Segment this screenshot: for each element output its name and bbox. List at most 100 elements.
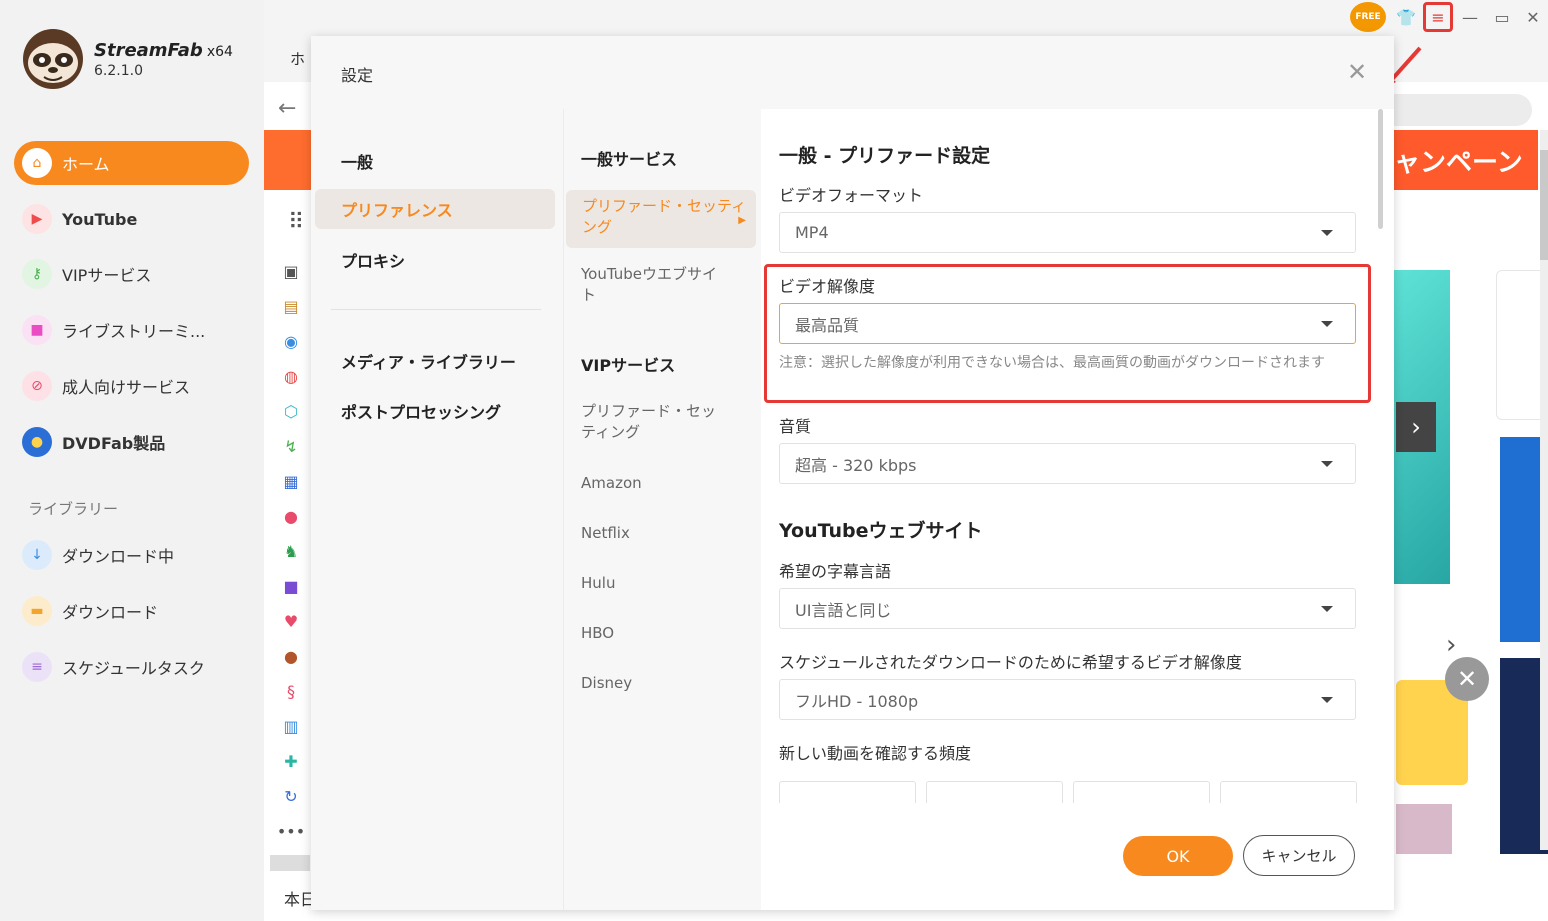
shop-icon[interactable]: ◍ xyxy=(276,367,306,402)
sidebar-item-label: スケジュールタスク xyxy=(62,659,205,678)
sidebar-item-label: ホーム xyxy=(62,155,110,174)
library-title: ライブラリー xyxy=(28,500,119,518)
b-icon[interactable]: ● xyxy=(276,507,306,542)
promo-card[interactable] xyxy=(1396,804,1452,854)
folder-icon: ▬ xyxy=(22,596,52,626)
monitor-icon[interactable]: ▦ xyxy=(276,472,306,507)
dialog-close-icon[interactable]: ✕ xyxy=(1347,58,1367,86)
horse-icon[interactable]: ♞ xyxy=(276,542,306,577)
refresh-icon[interactable]: ↻ xyxy=(276,787,306,822)
vip-services-heading: VIPサービス xyxy=(581,356,676,375)
owl-icon[interactable]: ● xyxy=(276,647,306,682)
plus-icon[interactable]: ✚ xyxy=(276,752,306,787)
cancel-button[interactable]: キャンセル xyxy=(1243,835,1355,876)
basket-icon[interactable]: ▥ xyxy=(276,717,306,752)
sidebar-item-label: YouTube xyxy=(62,209,138,229)
category-proxy[interactable]: プロキシ xyxy=(341,248,405,272)
home-icon: ⌂ xyxy=(22,148,52,178)
sidebar-item-downloading[interactable]: ↓ ダウンロード中 xyxy=(14,533,249,577)
subtitle-language-label: 希望の字幕言語 xyxy=(779,562,892,581)
gamepad-icon[interactable]: ◉ xyxy=(276,332,306,367)
check-frequency-label: 新しい動画を確認する頻度 xyxy=(779,744,972,763)
caret-down-icon xyxy=(1321,230,1333,236)
chart-icon[interactable]: ↯ xyxy=(276,437,306,472)
frequency-option[interactable] xyxy=(1073,781,1210,803)
caret-down-icon xyxy=(1321,606,1333,612)
sidebar-item-vip[interactable]: ⚷ VIPサービス xyxy=(14,252,249,296)
category-preferences[interactable]: プリファレンス xyxy=(315,189,555,229)
section-title-general: 一般 - プリファード設定 xyxy=(779,145,991,167)
chevron-right-icon[interactable]: › xyxy=(1446,630,1456,660)
subcategory-disney[interactable]: Disney xyxy=(581,673,721,694)
book-icon[interactable]: ▤ xyxy=(276,297,306,332)
sidebar-item-adult[interactable]: ⊘ 成人向けサービス xyxy=(14,364,249,408)
sidebar-item-live[interactable]: ■ ライブストリーミ... xyxy=(14,308,249,352)
resolution-note: 注意：選択した解像度が利用できない場合は、最高画質の動画がダウンロードされます xyxy=(779,355,1325,371)
hamburger-icon: ≡ xyxy=(1431,7,1445,27)
search-bar[interactable] xyxy=(1380,94,1532,126)
settings-category-list xyxy=(311,109,563,910)
frequency-option[interactable] xyxy=(926,781,1063,803)
more-icon[interactable]: ••• xyxy=(276,822,306,857)
sidebar-item-home[interactable]: ⌂ ホーム xyxy=(14,141,249,185)
app-version: 6.2.1.0 xyxy=(94,63,143,79)
sidebar-item-youtube[interactable]: ▶ YouTube xyxy=(14,197,249,241)
scheduled-resolution-label: スケジュールされたダウンロードのために希望するビデオ解像度 xyxy=(779,653,1242,672)
video-format-label: ビデオフォーマット xyxy=(779,186,924,205)
shirt-icon[interactable]: 👕 xyxy=(1396,4,1416,30)
hex-icon[interactable]: ⬡ xyxy=(276,402,306,437)
subcategory-hulu[interactable]: Hulu xyxy=(581,573,721,594)
select-value: フルHD - 1080p xyxy=(795,691,919,711)
settings-content: 一般 - プリファード設定 ビデオフォーマット MP4 ビデオ解像度 最高品質 … xyxy=(761,109,1394,910)
subcategory-youtube-site[interactable]: YouTubeウエブサイト xyxy=(581,264,721,306)
close-ad-icon[interactable]: ✕ xyxy=(1445,657,1489,701)
service-icon-column: ▣ ▤ ◉ ◍ ⬡ ↯ ▦ ● ♞ ■ ♥ ● § ▥ ✚ ↻ ••• xyxy=(276,262,306,857)
category-postprocessing[interactable]: ポストプロセッシング xyxy=(341,399,501,423)
sidebar-item-downloaded[interactable]: ▬ ダウンロード xyxy=(14,589,249,633)
youtube-icon: ▶ xyxy=(22,204,52,234)
category-general[interactable]: 一般 xyxy=(341,149,373,173)
menu-button[interactable]: ≡ xyxy=(1423,2,1453,32)
subtitle-language-select[interactable]: UI言語と同じ xyxy=(779,588,1356,629)
subcategory-hbo[interactable]: HBO xyxy=(581,623,721,644)
audio-quality-select[interactable]: 超高 - 320 kbps xyxy=(779,443,1356,484)
sidebar-item-label: 成人向けサービス xyxy=(62,378,191,397)
maximize-button[interactable]: ▭ xyxy=(1492,4,1512,30)
subcategory-netflix[interactable]: Netflix xyxy=(581,523,721,544)
sidebar-item-label: ダウンロード中 xyxy=(62,547,175,566)
vertical-scrollbar[interactable] xyxy=(1540,130,1548,850)
subcategory-amazon[interactable]: Amazon xyxy=(581,473,721,494)
campaign-banner[interactable]: ャンペーン xyxy=(1394,130,1538,190)
frequency-option[interactable] xyxy=(1220,781,1357,803)
minimize-button[interactable]: — xyxy=(1460,4,1480,30)
heart-icon[interactable]: ♥ xyxy=(276,612,306,647)
free-badge-icon[interactable]: FREE xyxy=(1350,2,1386,32)
sidebar: StreamFab x64 6.2.1.0 ⌂ ホーム ▶ YouTube ⚷ V… xyxy=(0,0,264,921)
video-format-select[interactable]: MP4 xyxy=(779,212,1356,253)
carousel-next-icon[interactable]: › xyxy=(1396,402,1436,452)
ok-button[interactable]: OK xyxy=(1123,836,1233,876)
subcategory-preferred-settings[interactable]: プリファード・セッティング ▶ xyxy=(566,190,756,248)
close-window-button[interactable]: ✕ xyxy=(1523,4,1543,30)
sidebar-item-label: VIPサービス xyxy=(62,266,152,285)
category-media-library[interactable]: メディア・ライブラリー xyxy=(341,349,516,373)
scheduled-resolution-select[interactable]: フルHD - 1080p xyxy=(779,679,1356,720)
adult-icon: ⊘ xyxy=(22,371,52,401)
subcategory-vip-preferred[interactable]: プリファード・セッティング xyxy=(581,401,721,443)
sidebar-item-schedule[interactable]: ≡ スケジュールタスク xyxy=(14,645,249,689)
sidebar-item-label: DVDFab製品 xyxy=(62,434,166,453)
resolution-select[interactable]: 最高品質 xyxy=(779,303,1356,344)
sloth-logo-icon xyxy=(23,29,83,89)
tab-home[interactable]: ホ xyxy=(290,48,305,69)
grid-icon[interactable]: ⠿ xyxy=(288,210,304,235)
s-icon[interactable]: § xyxy=(276,682,306,717)
frequency-option[interactable] xyxy=(779,781,916,803)
resolution-label: ビデオ解像度 xyxy=(779,277,876,296)
section-title-youtube: YouTubeウェブサイト xyxy=(779,520,983,542)
content-scrollbar[interactable] xyxy=(1376,109,1384,799)
back-arrow-icon[interactable]: ← xyxy=(278,96,296,121)
tv-icon[interactable]: ▣ xyxy=(276,262,306,297)
sidebar-item-dvdfab[interactable]: ● DVDFab製品 xyxy=(14,420,249,464)
video-icon[interactable]: ■ xyxy=(276,577,306,612)
horizontal-scrollbar[interactable] xyxy=(270,855,310,871)
